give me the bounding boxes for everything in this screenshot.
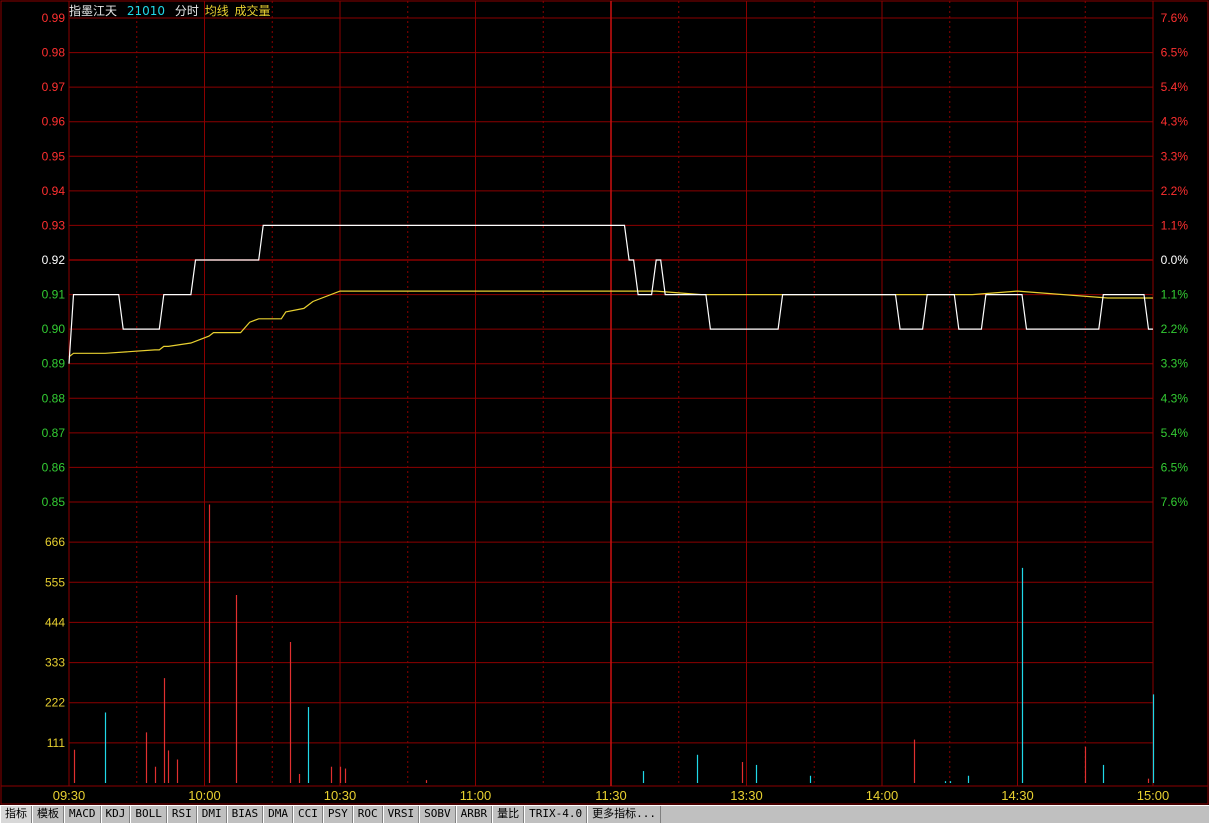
tab-8[interactable]: DMA	[263, 806, 293, 823]
price-tick-label: 0.90	[42, 322, 66, 336]
time-tick-label: 14:00	[866, 788, 899, 803]
volume-tick-label: 444	[45, 615, 65, 629]
pct-tick-label: 7.6%	[1161, 495, 1189, 509]
volume-tick-label: 555	[45, 575, 65, 589]
pct-tick-label: 6.5%	[1161, 46, 1189, 60]
tab-11[interactable]: ROC	[352, 806, 383, 823]
tab-16[interactable]: TRIX-4.0	[524, 806, 588, 823]
tab-0[interactable]: 指标	[0, 806, 32, 823]
price-tick-label: 0.98	[42, 46, 66, 60]
tab-6[interactable]: DMI	[196, 806, 227, 823]
tab-17[interactable]: 更多指标...	[587, 806, 661, 823]
volume-tick-label: 111	[47, 736, 66, 750]
pct-tick-label: 3.3%	[1161, 357, 1189, 371]
price-tick-label: 0.99	[42, 11, 66, 25]
price-tick-label: 0.89	[42, 357, 66, 371]
tab-15[interactable]: 量比	[492, 806, 525, 823]
tab-4[interactable]: BOLL	[130, 806, 167, 823]
tab-10[interactable]: PSY	[322, 806, 353, 823]
volume-tick-label: 666	[45, 535, 65, 549]
tab-5[interactable]: RSI	[166, 806, 197, 823]
time-tick-label: 11:00	[460, 788, 492, 803]
pct-tick-label: 0.0%	[1161, 253, 1189, 267]
mode-label: 分时	[174, 4, 199, 18]
price-tick-label: 0.86	[42, 460, 66, 474]
price-tick-label: 0.87	[42, 426, 66, 440]
volume-label: 成交量	[234, 4, 271, 18]
pct-tick-label: 4.3%	[1161, 115, 1189, 129]
tab-1[interactable]: 模板	[32, 806, 64, 823]
pct-tick-label: 1.1%	[1161, 218, 1189, 232]
price-tick-label: 0.93	[42, 218, 66, 232]
price-tick-label: 0.97	[42, 80, 66, 94]
time-tick-label: 09:30	[53, 788, 86, 803]
time-tick-label: 11:30	[595, 788, 627, 803]
volume-tick-label: 333	[45, 656, 65, 670]
volume-tick-label: 222	[45, 696, 65, 710]
intraday-chart[interactable]: 0.99 7.6% 0.98 6.5% 0.97 5.4% 0.96 4.3% 0.95 3.3%…	[0, 0, 1209, 805]
indicator-tab-bar: 指标 模板 MACD KDJ BOLL RSI DMI BIAS DMA CCI PSY ROC VRS…	[0, 805, 1209, 823]
price-tick-label: 0.96	[42, 115, 66, 129]
pct-tick-label: 6.5%	[1161, 460, 1189, 474]
time-tick-label: 15:00	[1137, 788, 1170, 803]
time-tick-label: 13:30	[730, 788, 763, 803]
time-tick-label: 10:00	[188, 788, 221, 803]
tab-14[interactable]: ARBR	[455, 806, 493, 823]
price-tick-label: 0.91	[42, 288, 66, 302]
chart-header: 指墨江天 21010 分时 均线 成交量	[69, 3, 277, 19]
tab-9[interactable]: CCI	[293, 806, 323, 823]
time-tick-label: 10:30	[324, 788, 357, 803]
price-tick-label: 0.95	[42, 149, 66, 163]
stock-code: 21010	[126, 4, 166, 18]
tab-2[interactable]: MACD	[64, 806, 101, 823]
time-tick-label: 14:30	[1001, 788, 1034, 803]
pct-tick-label: 2.2%	[1161, 184, 1189, 198]
pct-tick-label: 5.4%	[1161, 426, 1189, 440]
tab-7[interactable]: BIAS	[226, 806, 264, 823]
price-tick-label: 0.85	[42, 495, 66, 509]
pct-tick-label: 2.2%	[1161, 322, 1189, 336]
pct-tick-label: 3.3%	[1161, 149, 1189, 163]
tab-13[interactable]: SOBV	[419, 806, 456, 823]
pct-tick-label: 1.1%	[1161, 288, 1189, 302]
avg-line-label: 均线	[204, 4, 229, 18]
pct-tick-label: 4.3%	[1161, 391, 1189, 405]
price-tick-label: 0.88	[42, 391, 66, 405]
pct-tick-label: 7.6%	[1161, 11, 1189, 25]
tab-3[interactable]: KDJ	[100, 806, 131, 823]
stock-name: 指墨江天	[69, 4, 118, 18]
pct-tick-label: 5.4%	[1161, 80, 1189, 94]
price-tick-label: 0.92	[42, 253, 66, 267]
tab-12[interactable]: VRSI	[382, 806, 420, 823]
price-tick-label: 0.94	[42, 184, 66, 198]
